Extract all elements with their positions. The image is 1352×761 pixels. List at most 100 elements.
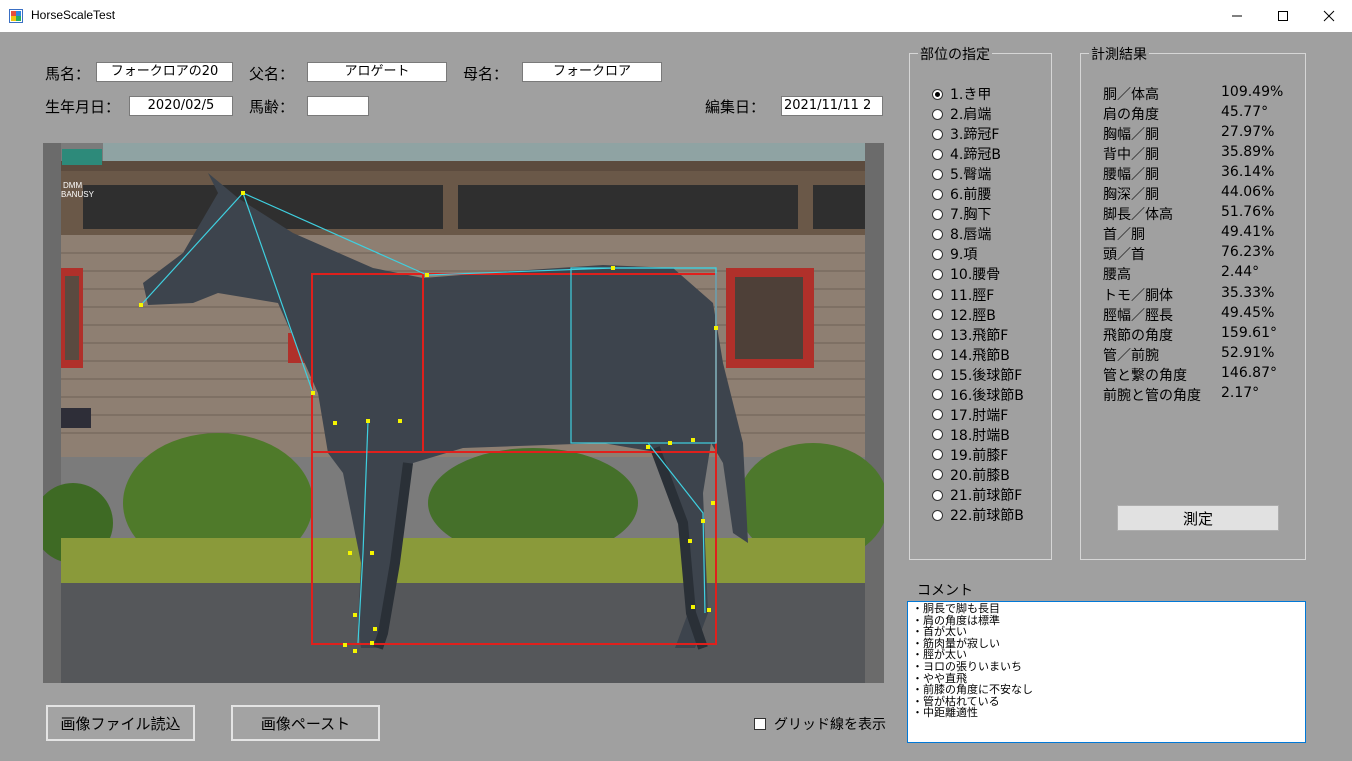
radio-circle[interactable] [932, 208, 943, 220]
result-label: トモ／胴体 [1103, 287, 1173, 304]
horse-image-panel[interactable]: DMM BANUSY [43, 143, 884, 683]
part-radio-12[interactable]: 12.脛B [932, 305, 996, 325]
part-radio-7[interactable]: 7.胸下 [932, 204, 991, 224]
radio-circle[interactable] [932, 289, 943, 300]
maximize-button[interactable] [1260, 0, 1306, 32]
load-image-button[interactable]: 画像ファイル読込 [46, 705, 195, 741]
grid-toggle[interactable]: グリッド線を表示 [754, 714, 886, 734]
edit-date-field[interactable]: 2021/11/11 2 [781, 96, 883, 116]
result-label: 管／前腕 [1103, 347, 1159, 364]
result-value: 159.61° [1221, 324, 1277, 341]
comment-textarea[interactable]: ・胴長で脚も長目 ・肩の角度は標準 ・首が太い ・筋肉量が寂しい ・脛が太い ・ヨロの張り… [907, 601, 1306, 743]
radio-circle[interactable] [932, 429, 943, 441]
result-row: 腰高 2.44° [1103, 264, 1303, 284]
radio-circle[interactable] [932, 449, 943, 461]
part-radio-label: 9.項 [950, 247, 978, 264]
radio-circle[interactable] [932, 389, 943, 401]
radio-circle[interactable] [932, 128, 943, 140]
window-title: HorseScaleTest [31, 8, 116, 22]
part-radio-label: 8.唇端 [950, 227, 992, 244]
radio-circle[interactable] [932, 369, 943, 381]
part-radio-14[interactable]: 14.飛節B [932, 345, 1010, 365]
radio-circle[interactable] [932, 469, 943, 481]
radio-circle[interactable] [932, 148, 943, 160]
part-radio-5[interactable]: 5.臀端 [932, 164, 991, 184]
result-row: 胸幅／胴 27.97% [1103, 124, 1303, 144]
radio-circle[interactable] [932, 88, 943, 100]
result-value: 49.41% [1221, 224, 1275, 241]
paste-image-button[interactable]: 画像ペースト [231, 705, 380, 741]
radio-circle[interactable] [932, 228, 943, 240]
result-value: 35.89% [1221, 144, 1275, 161]
radio-circle[interactable] [932, 309, 943, 321]
part-radio-9[interactable]: 9.項 [932, 244, 977, 264]
comment-line: ・中距離適性 [912, 706, 978, 720]
radio-circle[interactable] [932, 349, 943, 361]
close-button[interactable] [1306, 0, 1352, 32]
result-value: 146.87° [1221, 364, 1277, 381]
part-radio-label: 11.脛F [950, 287, 995, 304]
sire-label: 父名： [249, 65, 295, 83]
parts-group: 部位の指定 1.き甲 2.肩端 3.蹄冠F 4.蹄冠B 5.臀端 6.前腰 7.胸下 8.唇端… [909, 44, 1052, 560]
result-value: 44.06% [1221, 184, 1275, 201]
part-radio-label: 4.蹄冠B [950, 147, 1001, 164]
result-row: 飛節の角度 159.61° [1103, 325, 1303, 345]
result-row: 肩の角度 45.77° [1103, 104, 1303, 124]
radio-circle[interactable] [932, 108, 943, 120]
close-icon [1323, 10, 1335, 22]
result-row: 背中／胴 35.89% [1103, 144, 1303, 164]
part-radio-label: 22.前球節B [950, 508, 1024, 525]
part-radio-8[interactable]: 8.唇端 [932, 224, 991, 244]
part-radio-22[interactable]: 22.前球節B [932, 505, 1024, 525]
sire-field[interactable]: アロゲート [307, 62, 447, 82]
part-radio-label: 13.飛節F [950, 327, 1009, 344]
part-radio-13[interactable]: 13.飛節F [932, 325, 1008, 345]
result-row: 脚長／体高 51.76% [1103, 204, 1303, 224]
radio-circle[interactable] [932, 329, 943, 341]
part-radio-20[interactable]: 20.前膝B [932, 465, 1010, 485]
result-label: 脚長／体高 [1103, 207, 1173, 224]
radio-circle[interactable] [932, 268, 943, 280]
age-label: 馬齢： [249, 98, 295, 116]
result-label: 管と繋の角度 [1103, 367, 1187, 384]
radio-circle[interactable] [932, 489, 943, 501]
minimize-button[interactable] [1214, 0, 1260, 32]
part-radio-19[interactable]: 19.前膝F [932, 445, 1008, 465]
part-radio-10[interactable]: 10.腰骨 [932, 264, 1000, 284]
part-radio-15[interactable]: 15.後球節F [932, 365, 1022, 385]
dam-field[interactable]: フォークロア [522, 62, 662, 82]
horse-name-field[interactable]: フォークロアの20 [96, 62, 233, 82]
result-value: 27.97% [1221, 124, 1275, 141]
part-radio-6[interactable]: 6.前腰 [932, 184, 991, 204]
birthdate-label: 生年月日： [45, 98, 121, 116]
results-group-title: 計測結果 [1089, 44, 1149, 64]
part-radio-16[interactable]: 16.後球節B [932, 385, 1024, 405]
result-label: 飛節の角度 [1103, 327, 1173, 344]
radio-circle[interactable] [932, 509, 943, 521]
radio-circle[interactable] [932, 409, 943, 421]
part-radio-21[interactable]: 21.前球節F [932, 485, 1022, 505]
part-radio-label: 16.後球節B [950, 387, 1024, 404]
part-radio-label: 6.前腰 [950, 187, 992, 204]
part-radio-label: 17.肘端F [950, 407, 1009, 424]
part-radio-1[interactable]: 1.き甲 [932, 84, 991, 104]
part-radio-18[interactable]: 18.肘端B [932, 425, 1010, 445]
part-radio-2[interactable]: 2.肩端 [932, 104, 991, 124]
horse-photo[interactable]: DMM BANUSY [43, 143, 884, 683]
part-radio-4[interactable]: 4.蹄冠B [932, 144, 1001, 164]
part-radio-label: 7.胸下 [950, 207, 992, 224]
measure-button[interactable]: 測定 [1117, 505, 1279, 531]
part-radio-3[interactable]: 3.蹄冠F [932, 124, 999, 144]
radio-circle[interactable] [932, 188, 943, 200]
part-radio-11[interactable]: 11.脛F [932, 285, 994, 305]
result-label: 肩の角度 [1103, 107, 1159, 124]
part-radio-17[interactable]: 17.肘端F [932, 405, 1008, 425]
radio-circle[interactable] [932, 248, 943, 260]
grid-checkbox[interactable] [754, 718, 766, 730]
part-radio-label: 18.肘端B [950, 427, 1010, 444]
title-bar: HorseScaleTest [0, 0, 1352, 32]
part-radio-label: 15.後球節F [950, 367, 1023, 384]
birthdate-field[interactable]: 2020/02/5 [129, 96, 233, 116]
radio-circle[interactable] [932, 168, 943, 180]
age-field[interactable] [307, 96, 369, 116]
